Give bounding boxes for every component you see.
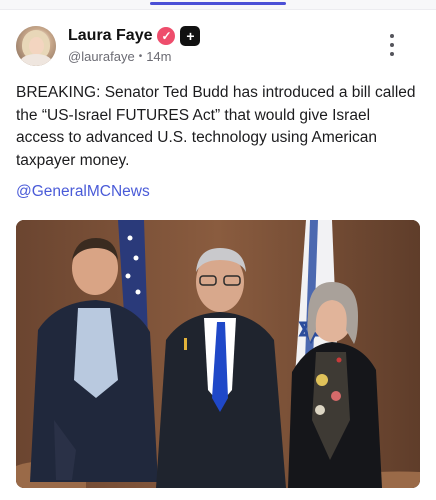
post-text: BREAKING: Senator Ted Budd has introduce… [16,84,416,169]
plus-badge-icon: + [180,26,201,46]
post-time: 14m [146,49,172,64]
author-handle[interactable]: @laurafaye [68,49,135,64]
author-name[interactable]: Laura Faye [68,27,152,45]
author-line: Laura Faye ✓ + [68,25,201,47]
top-bar [0,0,436,10]
post-meta: @laurafaye • 14m [68,49,172,64]
more-options-icon[interactable] [385,34,399,56]
verified-check-icon: ✓ [157,27,176,45]
photo-illustration [16,220,420,488]
post-header: Laura Faye ✓ + @laurafaye • 14m [16,24,420,68]
meta-separator: • [138,51,143,62]
avatar[interactable] [16,26,56,66]
mention-link[interactable]: @GeneralMCNews [16,183,150,201]
post-photo[interactable] [16,220,420,488]
tab-indicator [150,2,286,5]
